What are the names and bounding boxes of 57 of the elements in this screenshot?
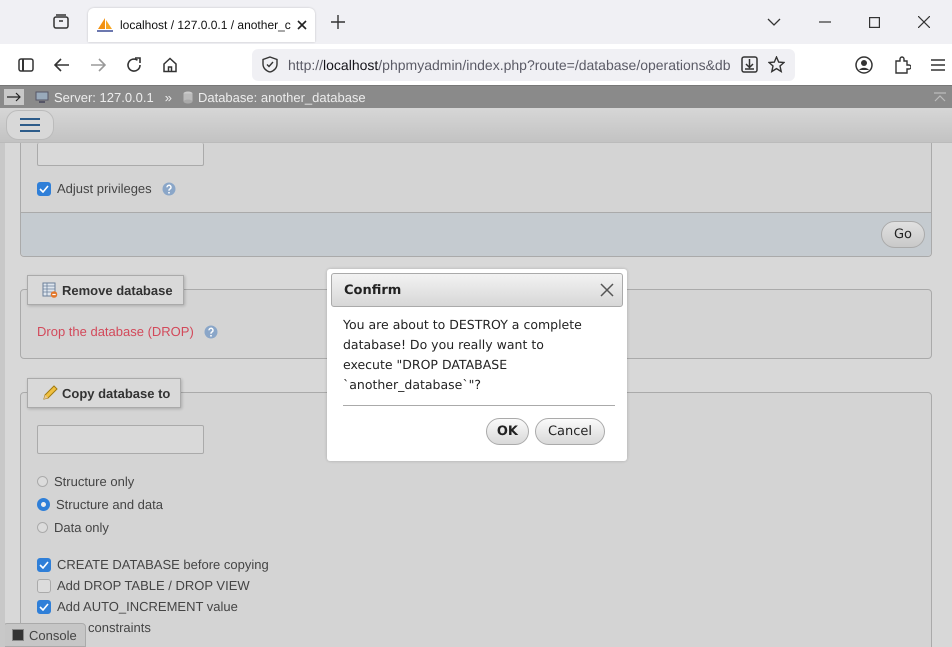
url-text: http://localhost/phpmyadmin/index.php?route=/database/operations&db	[288, 56, 730, 72]
menu-icon[interactable]	[930, 58, 944, 70]
menu-button[interactable]	[6, 110, 54, 140]
radio-button[interactable]	[37, 476, 48, 487]
close-icon[interactable]	[918, 16, 930, 28]
checkbox-label: Add AUTO_INCREMENT value	[57, 599, 238, 614]
chevron-down-icon[interactable]	[767, 18, 781, 26]
radio-button[interactable]	[37, 522, 48, 533]
console-tab[interactable]: Console	[5, 623, 86, 647]
sail-logo-icon	[96, 17, 114, 33]
home-icon[interactable]	[162, 56, 178, 72]
radio-label: Structure and data	[56, 497, 163, 512]
text-field[interactable]	[37, 143, 204, 166]
checkbox-label: CREATE DATABASE before copying	[57, 557, 269, 572]
checkbox[interactable]	[37, 182, 51, 196]
address-bar[interactable]: http://localhost/phpmyadmin/index.php?route=/database/operations&db	[252, 48, 794, 80]
star-icon[interactable]	[768, 56, 784, 73]
checkbox[interactable]	[37, 600, 51, 614]
menu-icon	[20, 118, 40, 132]
checkbox-label: constraints	[88, 620, 151, 635]
server-icon	[35, 90, 49, 104]
browser-tab[interactable]: localhost / 127.0.0.1 / another_c	[88, 8, 315, 42]
back-icon[interactable]	[54, 58, 70, 72]
breadcrumb-separator: »	[164, 90, 172, 104]
minimize-icon[interactable]	[819, 21, 831, 23]
close-icon[interactable]	[296, 20, 307, 30]
account-icon[interactable]	[854, 56, 872, 74]
dialog-title: Confirm	[344, 282, 402, 298]
radio-button[interactable]	[37, 498, 50, 511]
radio-label: Structure only	[54, 474, 134, 489]
section-heading: Remove database	[27, 275, 184, 305]
go-button[interactable]: Go	[880, 221, 925, 248]
pencil-icon	[42, 385, 58, 401]
forward-icon[interactable]	[90, 58, 106, 72]
tab-overview-icon[interactable]	[52, 14, 70, 30]
close-icon[interactable]	[600, 283, 614, 297]
sidebar-icon[interactable]	[18, 58, 34, 72]
arrow-right-icon[interactable]	[4, 89, 24, 105]
console-icon	[12, 629, 24, 641]
database-icon	[182, 90, 193, 104]
puzzle-icon[interactable]	[892, 56, 910, 74]
shield-icon[interactable]	[262, 56, 278, 73]
database-name-field[interactable]	[37, 425, 204, 454]
reload-icon[interactable]	[126, 56, 142, 72]
section-heading: Copy database to	[27, 378, 182, 408]
maximize-icon[interactable]	[869, 16, 880, 28]
ok-button[interactable]: OK	[486, 418, 529, 445]
new-tab-icon[interactable]	[330, 15, 345, 29]
dialog-message: You are about to DESTROY a complete database! Do you really want to execute "DROP DATABASE `another_database`"?	[343, 315, 615, 406]
checkbox[interactable]	[37, 558, 51, 572]
checkbox-label: Adjust privileges	[57, 181, 152, 196]
download-icon[interactable]	[740, 56, 758, 73]
checkbox[interactable]	[37, 578, 51, 592]
radio-label: Data only	[54, 520, 109, 535]
checkbox-label: Add DROP TABLE / DROP VIEW	[57, 578, 250, 593]
cancel-button[interactable]: Cancel	[534, 418, 605, 445]
table-delete-icon	[42, 282, 58, 298]
